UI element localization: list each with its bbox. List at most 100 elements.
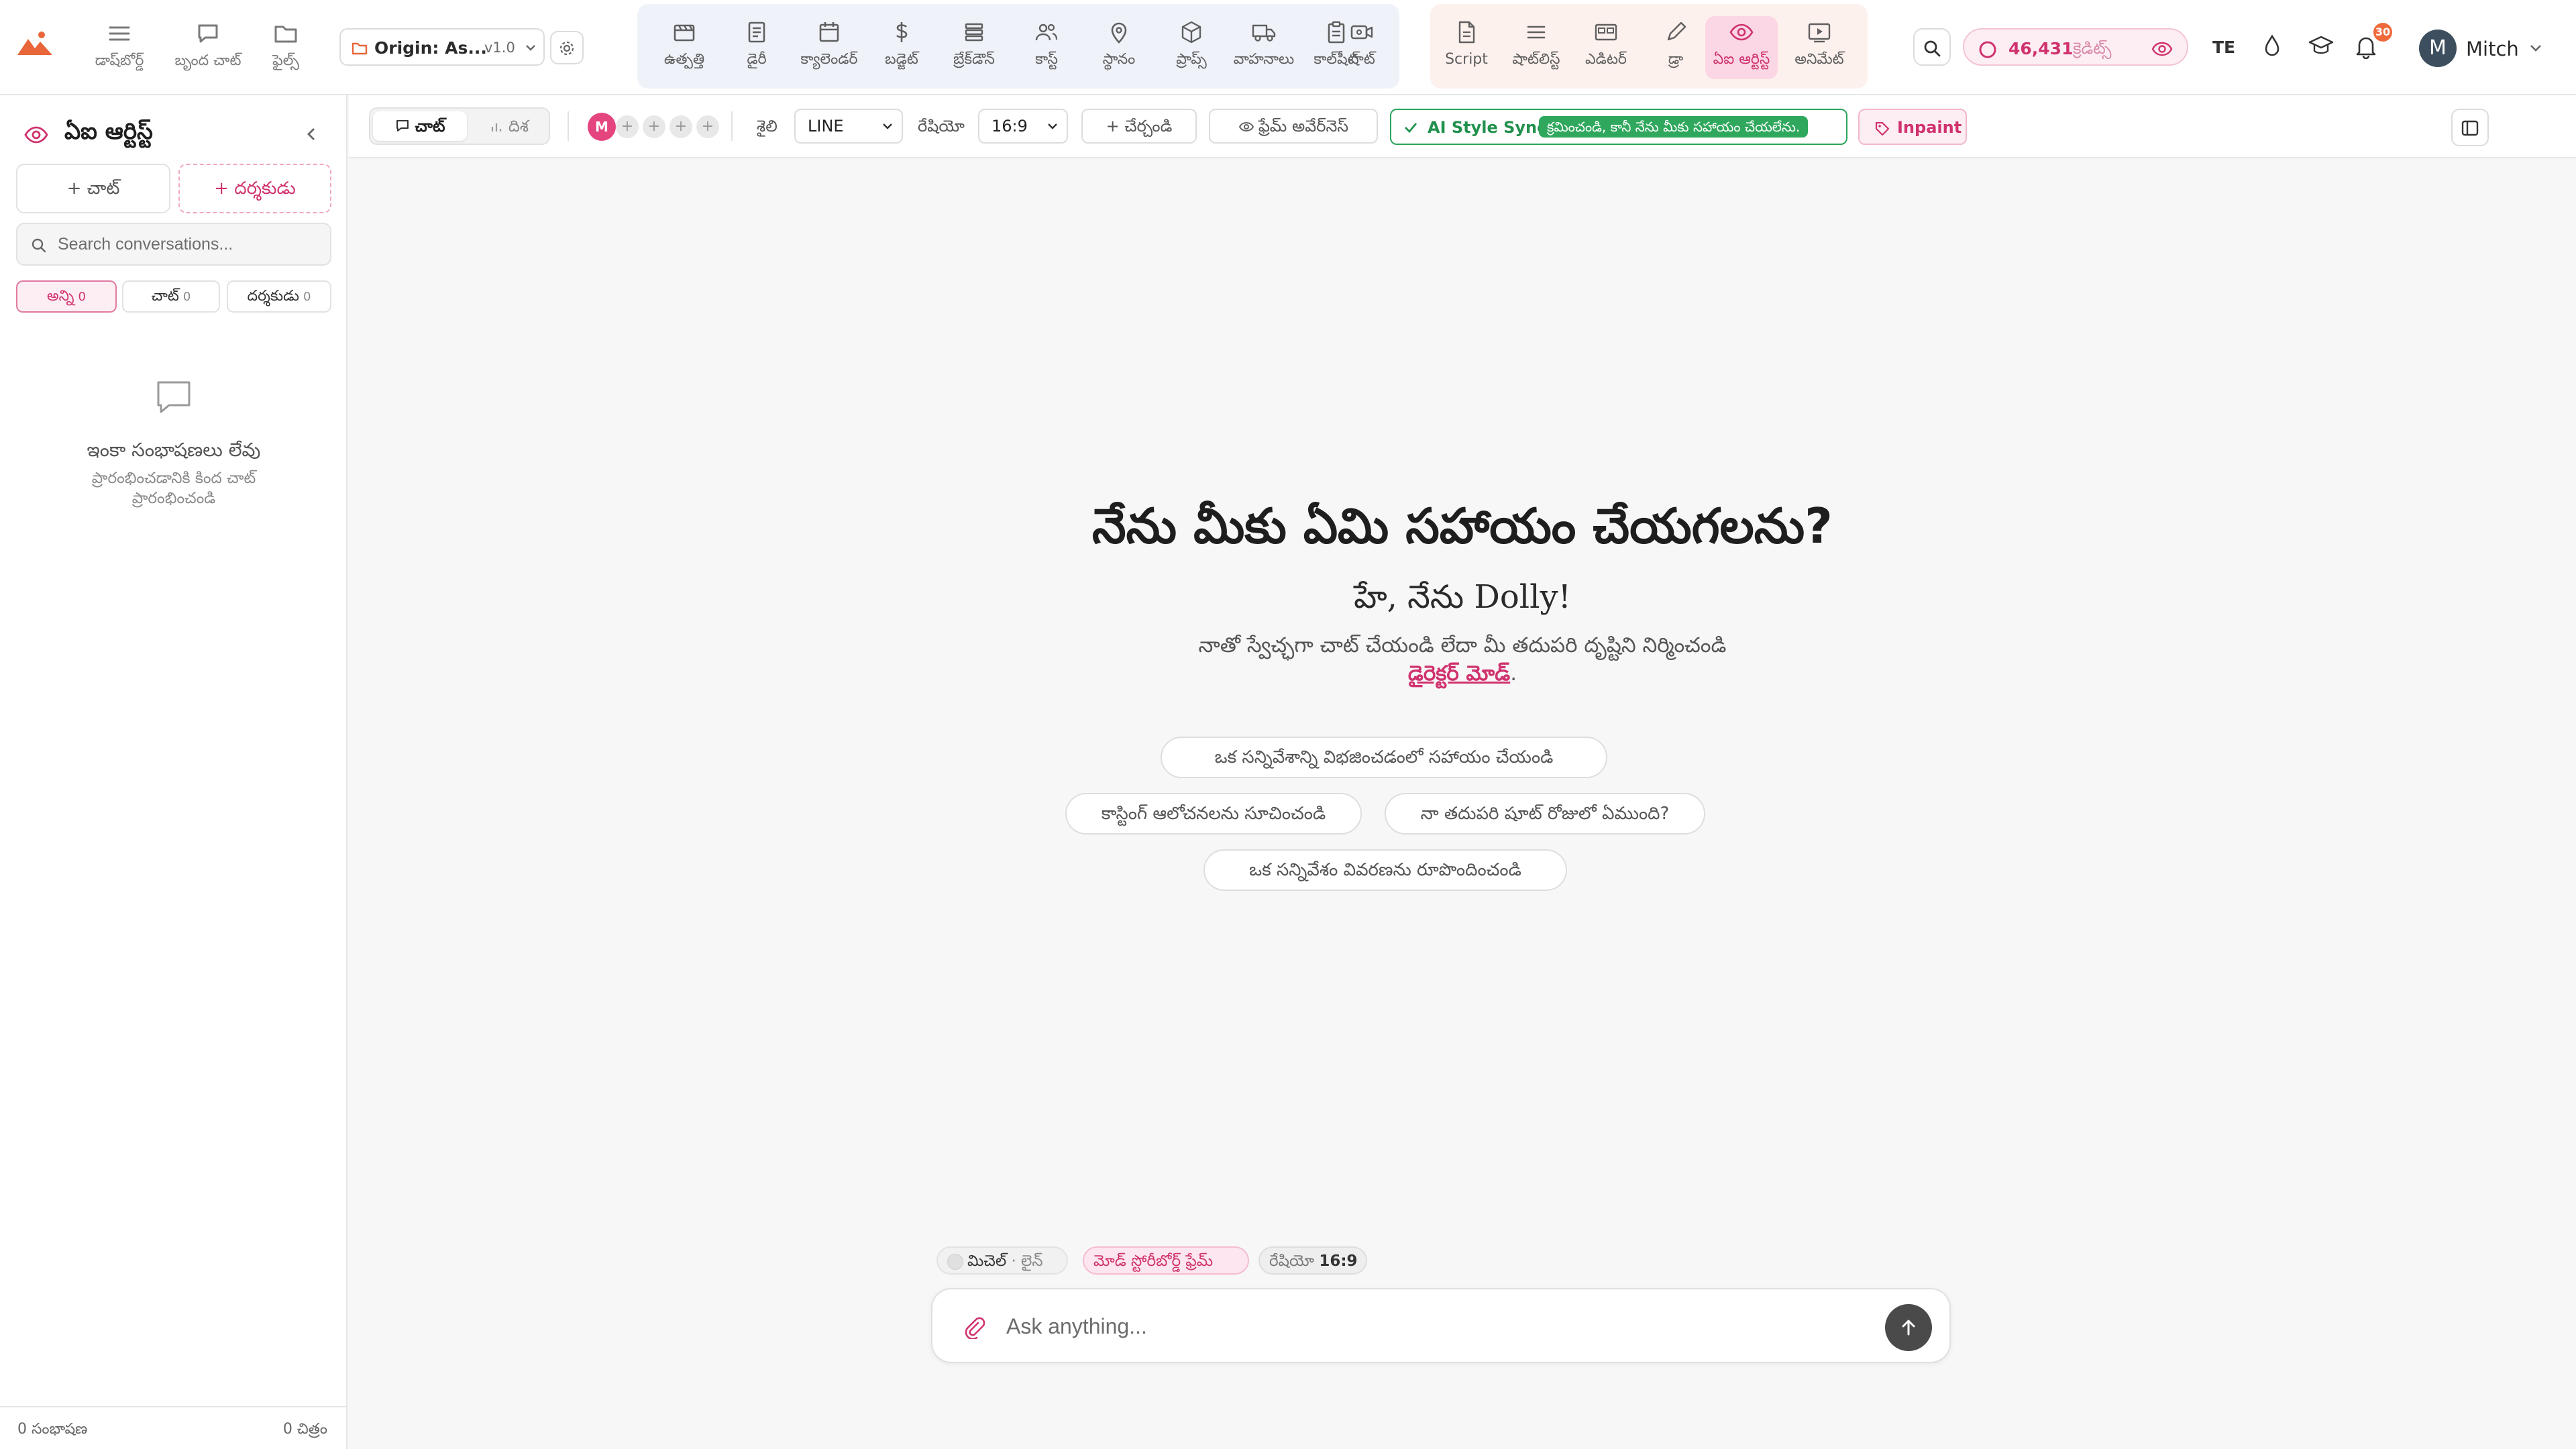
chat-bubble-icon <box>157 381 191 413</box>
tool-vehicles-label: వాహనాలు <box>1233 51 1295 68</box>
director-mode-link[interactable]: డైరెక్టర్ మోడ్ <box>1408 661 1510 686</box>
search-input[interactable] <box>58 231 319 258</box>
sidebar-footer: 0 సంభాషణ 0 చిత్రం <box>0 1406 347 1449</box>
filter-director-label: దర్శకుడు <box>247 288 299 305</box>
map-pin-icon <box>1111 22 1127 44</box>
gear-icon <box>559 41 574 56</box>
send-button[interactable] <box>1885 1304 1932 1351</box>
mode-chat-tab[interactable]: చాట్ <box>373 111 467 141</box>
menu-icon <box>109 26 130 41</box>
assistant-greeting: హే, నేను Dolly! <box>1354 578 1571 616</box>
filter-director[interactable]: దర్శకుడు 0 <box>227 280 331 313</box>
tool-location-label: స్థానం <box>1102 51 1136 68</box>
add-character-slot[interactable]: + <box>616 115 639 138</box>
tool-calendar[interactable]: క్యాలెండర్ <box>793 16 865 79</box>
filter-all-count: 0 <box>78 290 86 304</box>
tool-calendar-label: క్యాలెండర్ <box>800 51 858 68</box>
ratio-select[interactable]: 16:9 <box>978 109 1068 144</box>
suggestion-chip[interactable]: నా తదుపరి షూట్ రోజులో ఏముంది? <box>1385 793 1705 835</box>
tool-ai-artist[interactable]: ఏఐ ఆర్టిస్ట్ <box>1705 16 1778 79</box>
tool-shot[interactable]: షాట్ <box>1326 16 1398 79</box>
user-name[interactable]: Mitch <box>2466 38 2519 60</box>
list-icon <box>1527 25 1546 39</box>
paperclip-icon[interactable] <box>962 1315 985 1339</box>
suggestion-chip[interactable]: కాస్టింగ్ ఆలోచనలను సూచించండి <box>1065 793 1362 835</box>
tool-animate[interactable]: అనిమేట్ <box>1783 16 1856 79</box>
language-switcher[interactable]: TE <box>2212 38 2235 57</box>
active-character-badge[interactable]: మిచెల్ · లైన్ <box>936 1246 1068 1275</box>
sidebar-panel-icon <box>2461 120 2479 136</box>
tool-breakdown-label: బ్రేక్‌డౌన్ <box>953 51 995 68</box>
bar-chart-icon <box>491 123 502 131</box>
tool-animate-label: అనిమేట్ <box>1794 51 1844 68</box>
search-icon <box>1924 40 1941 57</box>
nav-files[interactable]: ఫైల్స్ <box>248 20 323 76</box>
filter-all[interactable]: అన్ని 0 <box>16 280 117 313</box>
conversation-search[interactable] <box>16 223 331 266</box>
chevron-down-icon[interactable] <box>2528 43 2544 54</box>
mode-chat-label: చాట్ <box>415 117 445 136</box>
tool-props-label: ప్రాప్స్ <box>1176 51 1207 68</box>
tool-budget[interactable]: బడ్జెట్ <box>865 16 938 79</box>
add-character-slot[interactable]: + <box>696 115 719 138</box>
tool-script[interactable]: Script <box>1430 16 1503 79</box>
tool-editor[interactable]: ఎడిటర్ <box>1570 16 1642 79</box>
toggle-panel-button[interactable] <box>2451 109 2489 146</box>
collapse-sidebar-icon[interactable] <box>303 125 319 144</box>
nav-dashboard[interactable]: డాష్‌బోర్డ్ <box>82 20 157 76</box>
global-search-button[interactable] <box>1913 28 1951 66</box>
add-reference-button[interactable]: + చేర్చండి <box>1081 109 1197 144</box>
style-label: శైలి <box>757 117 777 136</box>
project-settings-button[interactable] <box>550 31 584 64</box>
avatar[interactable]: M <box>2419 30 2457 67</box>
new-director-button[interactable]: + దర్శకుడు <box>178 164 331 213</box>
nav-team-chat[interactable]: బృంద చాట్ <box>170 20 246 76</box>
project-selector[interactable]: Origin: As... v1.0 <box>339 28 545 66</box>
suggestion-chip[interactable]: ఒక సన్నివేశం వివరణను రూపొందించండి <box>1203 849 1567 891</box>
add-character-slot[interactable]: + <box>669 115 692 138</box>
message-input[interactable] <box>1006 1309 1811 1343</box>
toolbar-divider <box>568 111 569 141</box>
notifications-button[interactable] <box>2355 34 2377 59</box>
nav-files-label: ఫైల్స్ <box>272 52 299 69</box>
ratio-badge[interactable]: రేషియో 16:9 <box>1258 1246 1367 1275</box>
production-tools-group: ఉత్పత్తి డైరీ క్యాలెండర్ బడ్జెట్ బ్రేక్‌… <box>637 4 1399 89</box>
ai-style-sync-status: క్రమించండి, కానీ నేను మీకు సహాయం చేయలేను… <box>1539 116 1809 138</box>
folder-icon <box>352 42 368 55</box>
tool-production[interactable]: ఉత్పత్తి <box>648 16 720 79</box>
theme-button[interactable] <box>2262 34 2282 58</box>
app-logo[interactable] <box>15 30 55 59</box>
pencil-icon <box>1667 21 1686 41</box>
tool-shotlist-label: షాట్‌లిస్ట్ <box>1512 51 1560 68</box>
tool-props[interactable]: ప్రాప్స్ <box>1155 16 1228 79</box>
inpaint-button[interactable]: Inpaint <box>1858 109 1967 145</box>
tool-diary[interactable]: డైరీ <box>720 16 793 79</box>
tool-editor-label: ఎడిటర్ <box>1585 51 1627 68</box>
learn-button[interactable] <box>2308 34 2334 58</box>
mode-director-tab[interactable]: దిశ <box>471 111 547 141</box>
sidebar-title: ఏఐ ఆర్టిస్ట్ <box>64 118 153 145</box>
ai-style-sync-badge[interactable]: AI Style Sync క్రమించండి, కానీ నేను మీకు… <box>1390 109 1847 145</box>
mode-badge[interactable]: మోడ్ స్టోరీబోర్డ్ ఫ్రేమ్ <box>1083 1246 1249 1275</box>
assistant-description: నాతో స్వేచ్ఛగా చాట్ చేయండి లేదా మీ తదుపర… <box>1198 633 1727 657</box>
tool-location[interactable]: స్థానం <box>1083 16 1155 79</box>
tool-cast-label: కాస్ట్ <box>1035 51 1058 68</box>
character-avatar[interactable]: M <box>588 113 616 141</box>
filter-all-label: అన్ని <box>47 288 74 305</box>
filter-chat[interactable]: చాట్ 0 <box>122 280 220 313</box>
tool-cast[interactable]: కాస్ట్ <box>1010 16 1083 79</box>
new-chat-button[interactable]: + చాట్ <box>16 164 170 213</box>
style-select[interactable]: LINE <box>794 109 903 144</box>
tool-shotlist[interactable]: షాట్‌లిస్ట్ <box>1500 16 1572 79</box>
frame-awareness-button[interactable]: ఫ్రేమ్ అవేర్‌నెస్ <box>1209 109 1378 144</box>
calendar-icon <box>819 22 839 42</box>
ratio-value: 16:9 <box>991 117 1028 136</box>
script-icon <box>1458 21 1475 44</box>
top-bar: డాష్‌బోర్డ్ బృంద చాట్ ఫైల్స్ Origin: As.… <box>0 0 2576 95</box>
credits-pill[interactable]: 46,431 క్రెడిట్స్ <box>1963 28 2188 66</box>
add-character-slot[interactable]: + <box>643 115 665 138</box>
tool-breakdown[interactable]: బ్రేక్‌డౌన్ <box>938 16 1010 79</box>
tool-vehicles[interactable]: వాహనాలు <box>1228 16 1300 79</box>
tool-draw[interactable]: డ్రా <box>1640 16 1712 79</box>
suggestion-chip[interactable]: ఒక సన్నివేశాన్ని విభజించడంలో సహాయం చేయండ… <box>1161 737 1607 778</box>
